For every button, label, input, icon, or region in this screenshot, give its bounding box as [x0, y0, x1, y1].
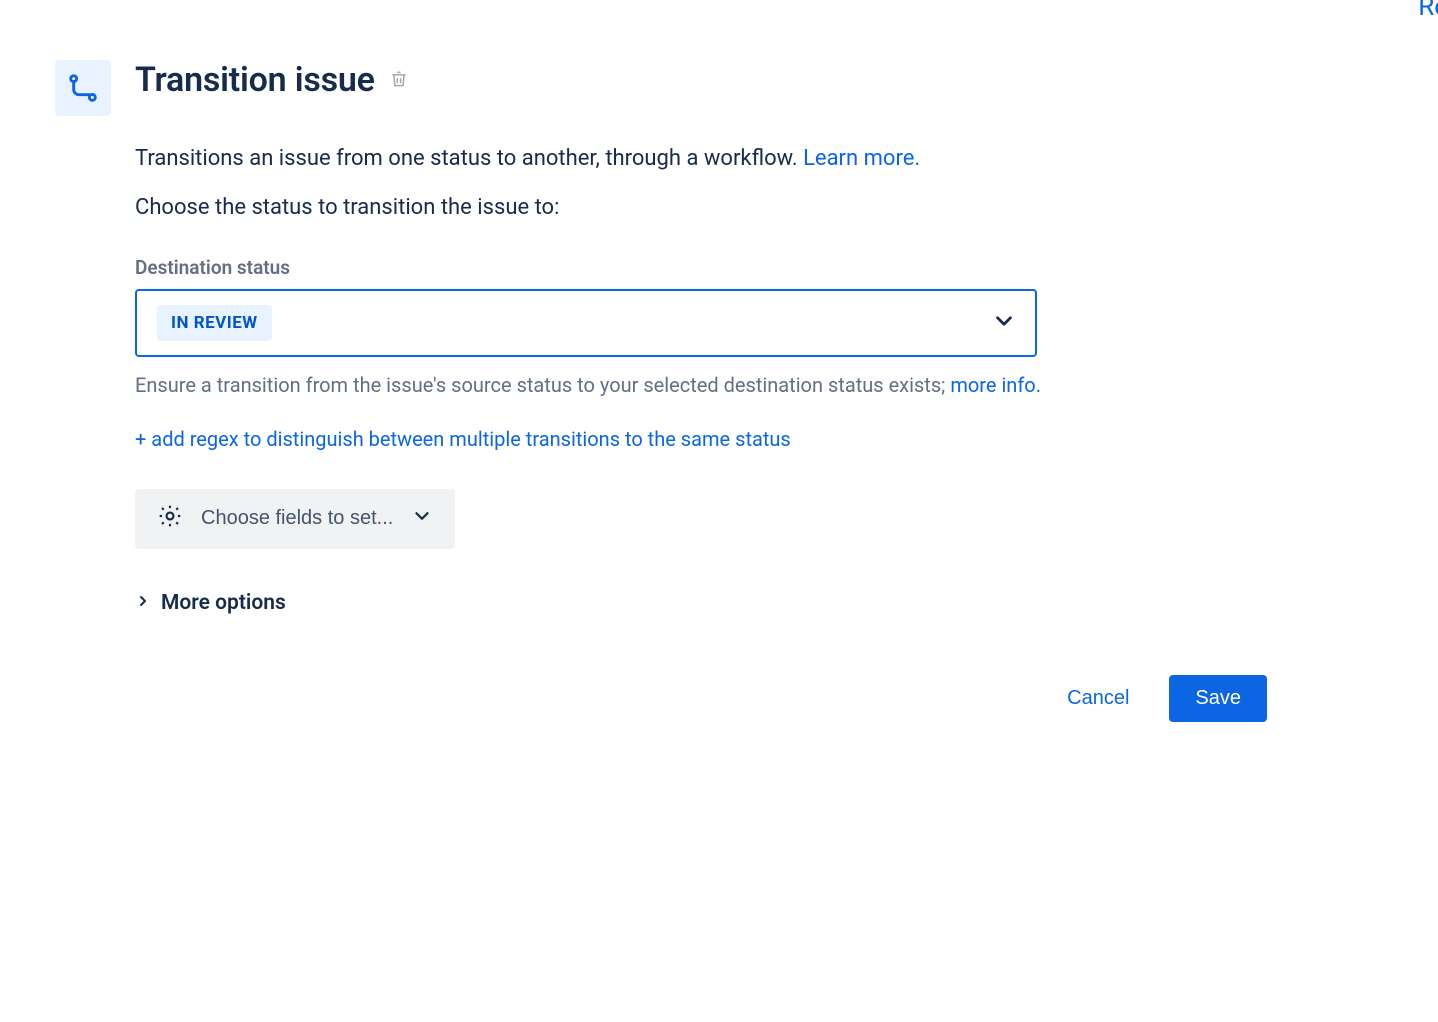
page-title: Transition issue: [135, 60, 375, 100]
chevron-down-icon: [991, 308, 1017, 338]
choose-fields-button[interactable]: Choose fields to set...: [135, 489, 455, 549]
more-options-label: More options: [161, 591, 286, 615]
cancel-button[interactable]: Cancel: [1045, 675, 1151, 722]
trash-icon: [389, 69, 409, 92]
footer-actions: Cancel Save: [55, 675, 1285, 722]
header: Transition issue: [55, 60, 1383, 116]
gear-icon: [157, 503, 183, 535]
transition-icon: [55, 60, 111, 116]
more-info-link[interactable]: more info.: [950, 373, 1041, 397]
choose-status-label: Choose the status to transition the issu…: [135, 195, 1285, 220]
destination-status-select[interactable]: IN REVIEW: [135, 289, 1037, 357]
choose-fields-label: Choose fields to set...: [201, 507, 393, 530]
content-area: Transitions an issue from one status to …: [135, 144, 1285, 615]
save-button[interactable]: Save: [1169, 675, 1267, 722]
chevron-right-icon: [135, 591, 151, 615]
learn-more-link[interactable]: Learn more.: [803, 146, 920, 171]
status-badge-in-review: IN REVIEW: [157, 305, 272, 341]
description-text: Transitions an issue from one status to …: [135, 146, 803, 171]
destination-helper-text: Ensure a transition from the issue's sou…: [135, 371, 1285, 399]
helper-text-prefix: Ensure a transition from the issue's sou…: [135, 373, 950, 397]
delete-button[interactable]: [385, 65, 413, 96]
destination-status-label: Destination status: [135, 256, 1285, 279]
description: Transitions an issue from one status to …: [135, 144, 1285, 175]
more-options-toggle[interactable]: More options: [135, 591, 286, 615]
add-regex-link[interactable]: + add regex to distinguish between multi…: [135, 427, 791, 451]
partial-text-top-right: Re: [1418, 0, 1438, 22]
chevron-down-icon: [411, 505, 433, 533]
